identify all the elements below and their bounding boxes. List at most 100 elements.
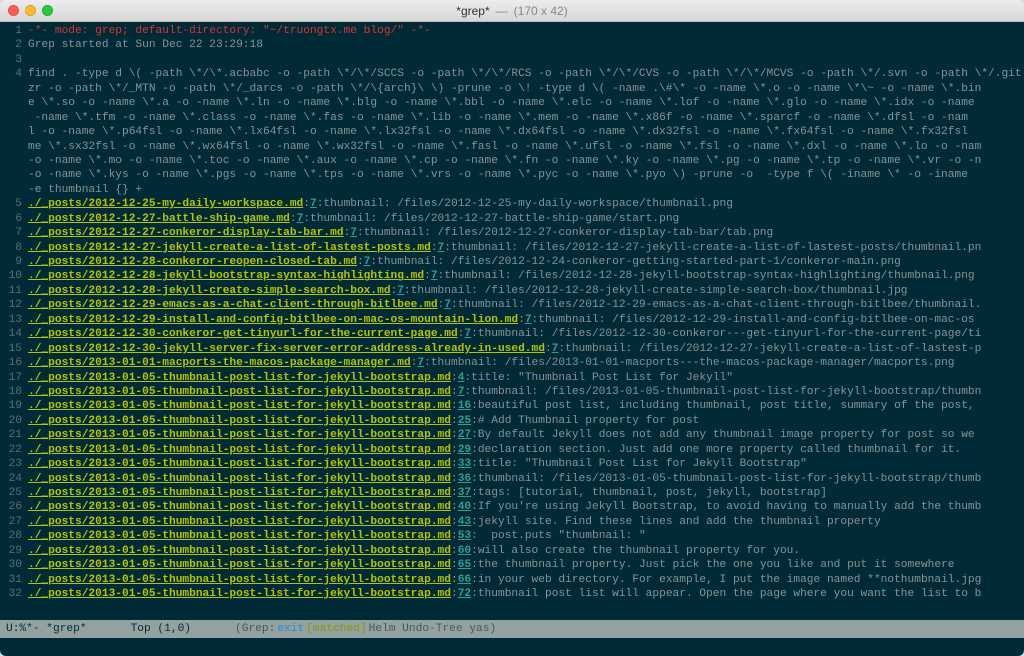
grep-hit-file[interactable]: ./_posts/2012-12-28-jekyll-create-simple… <box>28 285 391 297</box>
grep-hit-file[interactable]: ./_posts/2013-01-05-thumbnail-post-list-… <box>28 444 451 456</box>
grep-hit-line-number[interactable]: 7 <box>397 285 404 297</box>
grep-hit-line-number[interactable]: 25 <box>458 415 471 427</box>
grep-hit[interactable]: 24./_posts/2013-01-05-thumbnail-post-lis… <box>0 472 1024 486</box>
minibuffer[interactable] <box>0 638 1024 656</box>
grep-hit-line-number[interactable]: 66 <box>458 574 471 586</box>
grep-hit-file[interactable]: ./_posts/2013-01-05-thumbnail-post-list-… <box>28 372 451 384</box>
line-number: 18 <box>0 385 28 399</box>
grep-hit-line-number[interactable]: 16 <box>458 400 471 412</box>
grep-hit[interactable]: 19./_posts/2013-01-05-thumbnail-post-lis… <box>0 399 1024 413</box>
find-command-cont: -name \*.tfm -o -name \*.class -o -name … <box>0 111 1024 125</box>
grep-hit[interactable]: 14./_posts/2012-12-30-conkeror-get-tinyu… <box>0 327 1024 341</box>
grep-hit[interactable]: 17./_posts/2013-01-05-thumbnail-post-lis… <box>0 371 1024 385</box>
maximize-button[interactable] <box>42 5 53 16</box>
grep-hit-line-number[interactable]: 33 <box>458 458 471 470</box>
line-number: 31 <box>0 573 28 587</box>
grep-hit[interactable]: 18./_posts/2013-01-05-thumbnail-post-lis… <box>0 385 1024 399</box>
grep-hit[interactable]: 27./_posts/2013-01-05-thumbnail-post-lis… <box>0 515 1024 529</box>
grep-hit-file[interactable]: ./_posts/2013-01-05-thumbnail-post-list-… <box>28 429 451 441</box>
find-command-text: find . -type d \( -path \*/\*.acbabc -o … <box>28 67 1024 81</box>
grep-hit[interactable]: 21./_posts/2013-01-05-thumbnail-post-lis… <box>0 428 1024 442</box>
grep-hit[interactable]: 12./_posts/2012-12-29-emacs-as-a-chat-cl… <box>0 298 1024 312</box>
traffic-lights <box>8 5 53 16</box>
grep-hit-line-number[interactable]: 7 <box>444 299 451 311</box>
grep-hit-file[interactable]: ./_posts/2013-01-05-thumbnail-post-list-… <box>28 501 451 513</box>
grep-hit-file[interactable]: ./_posts/2013-01-05-thumbnail-post-list-… <box>28 386 451 398</box>
grep-hit-line-number[interactable]: 43 <box>458 516 471 528</box>
grep-hit-file[interactable]: ./_posts/2012-12-27-battle-ship-game.md <box>28 213 290 225</box>
grep-hit-file[interactable]: ./_posts/2012-12-29-install-and-config-b… <box>28 314 518 326</box>
grep-hit-file[interactable]: ./_posts/2013-01-05-thumbnail-post-list-… <box>28 516 451 528</box>
grep-hit[interactable]: 28./_posts/2013-01-05-thumbnail-post-lis… <box>0 529 1024 543</box>
grep-hit-line-number[interactable]: 29 <box>458 444 471 456</box>
grep-hit[interactable]: 5./_posts/2012-12-25-my-daily-workspace.… <box>0 197 1024 211</box>
grep-hit-line-number[interactable]: 36 <box>458 473 471 485</box>
grep-hit-file[interactable]: ./_posts/2013-01-05-thumbnail-post-list-… <box>28 530 451 542</box>
grep-hit[interactable]: 26./_posts/2013-01-05-thumbnail-post-lis… <box>0 500 1024 514</box>
line-number: 1 <box>0 24 28 38</box>
grep-hit-match-text: thumbnail: /files/2012-12-30-conkeror---… <box>478 328 982 340</box>
line-number: 16 <box>0 356 28 370</box>
grep-hit-file[interactable]: ./_posts/2012-12-27-jekyll-create-a-list… <box>28 242 431 254</box>
grep-hit-file[interactable]: ./_posts/2013-01-05-thumbnail-post-list-… <box>28 400 451 412</box>
grep-hit[interactable]: 32./_posts/2013-01-05-thumbnail-post-lis… <box>0 587 1024 601</box>
emacs-window: *grep* — (170 x 42) 1 -*- mode: grep; de… <box>0 0 1024 656</box>
modeline: U:%*- *grep* Top (1,0) (Grep: exit [matc… <box>0 620 1024 638</box>
line-number: 32 <box>0 587 28 601</box>
title-dimensions: (170 x 42) <box>514 5 568 17</box>
grep-hit-line-number[interactable]: 27 <box>458 429 471 441</box>
grep-hit-file[interactable]: ./_posts/2012-12-28-jekyll-bootstrap-syn… <box>28 270 424 282</box>
grep-hit-line-number[interactable]: 53 <box>458 530 471 542</box>
grep-hit-file[interactable]: ./_posts/2013-01-05-thumbnail-post-list-… <box>28 574 451 586</box>
grep-hit[interactable]: 29./_posts/2013-01-05-thumbnail-post-lis… <box>0 544 1024 558</box>
minimize-button[interactable] <box>25 5 36 16</box>
grep-hit-file[interactable]: ./_posts/2012-12-29-emacs-as-a-chat-clie… <box>28 299 438 311</box>
grep-hit-line-number[interactable]: 72 <box>458 588 471 600</box>
grep-hit[interactable]: 13./_posts/2012-12-29-install-and-config… <box>0 313 1024 327</box>
grep-hit-file[interactable]: ./_posts/2012-12-28-conkeror-reopen-clos… <box>28 256 357 268</box>
grep-hit[interactable]: 6./_posts/2012-12-27-battle-ship-game.md… <box>0 212 1024 226</box>
grep-hit[interactable]: 20./_posts/2013-01-05-thumbnail-post-lis… <box>0 414 1024 428</box>
grep-hit[interactable]: 8./_posts/2012-12-27-jekyll-create-a-lis… <box>0 241 1024 255</box>
grep-hit-line-number[interactable]: 65 <box>458 559 471 571</box>
grep-hit-line-number[interactable]: 7 <box>525 314 532 326</box>
grep-hit[interactable]: 16./_posts/2013-01-01-macports-the-macos… <box>0 356 1024 370</box>
grep-hit-file[interactable]: ./_posts/2013-01-05-thumbnail-post-list-… <box>28 415 451 427</box>
grep-hit-line-number[interactable]: 40 <box>458 501 471 513</box>
grep-hit[interactable]: 7 ./_posts/2012-12-27-conkeror-display-ta… <box>0 226 1024 240</box>
grep-hit[interactable]: 25./_posts/2013-01-05-thumbnail-post-lis… <box>0 486 1024 500</box>
grep-hit-line-number[interactable]: 7 <box>350 227 357 239</box>
grep-hit-match-text: thumbnail post list will appear. Open th… <box>478 588 982 600</box>
grep-hit[interactable]: 11./_posts/2012-12-28-jekyll-create-simp… <box>0 284 1024 298</box>
grep-hit[interactable]: 30./_posts/2013-01-05-thumbnail-post-lis… <box>0 558 1024 572</box>
grep-hit[interactable]: 23./_posts/2013-01-05-thumbnail-post-lis… <box>0 457 1024 471</box>
grep-hit-line-number[interactable]: 7 <box>431 270 438 282</box>
header-line: 2 Grep started at Sun Dec 22 23:29:18 <box>0 38 1024 52</box>
grep-hit-file[interactable]: ./_posts/2013-01-05-thumbnail-post-list-… <box>28 545 451 557</box>
grep-hit[interactable]: 15./_posts/2012-12-30-jekyll-server-fix-… <box>0 342 1024 356</box>
grep-hit[interactable]: 10./_posts/2012-12-28-jekyll-bootstrap-s… <box>0 269 1024 283</box>
grep-hit[interactable]: 9./_posts/2012-12-28-conkeror-reopen-clo… <box>0 255 1024 269</box>
grep-hit-match-text: title: "Thumbnail Post List for Jekyll B… <box>478 458 807 470</box>
grep-hit-line-number[interactable]: 60 <box>458 545 471 557</box>
grep-hit-file[interactable]: ./_posts/2013-01-05-thumbnail-post-list-… <box>28 559 451 571</box>
grep-hit-file[interactable]: ./_posts/2012-12-27-conkeror-display-tab… <box>28 227 344 239</box>
line-number: 6 <box>0 212 28 226</box>
grep-buffer[interactable]: 1 -*- mode: grep; default-directory: "~/… <box>0 22 1024 620</box>
grep-hit-file[interactable]: ./_posts/2013-01-05-thumbnail-post-list-… <box>28 473 451 485</box>
grep-hit-file[interactable]: ./_posts/2012-12-25-my-daily-workspace.m… <box>28 198 303 210</box>
grep-hit-file[interactable]: ./_posts/2012-12-30-conkeror-get-tinyurl… <box>28 328 458 340</box>
grep-hit-line-number[interactable]: 7 <box>310 198 317 210</box>
grep-hit[interactable]: 31./_posts/2013-01-05-thumbnail-post-lis… <box>0 573 1024 587</box>
grep-hit-match-text: thumbnail: /files/2012-12-25-my-daily-wo… <box>323 198 733 210</box>
grep-hit-file[interactable]: ./_posts/2013-01-01-macports-the-macos-p… <box>28 357 411 369</box>
title-buffer-name: *grep* <box>456 5 489 17</box>
grep-hit-file[interactable]: ./_posts/2013-01-05-thumbnail-post-list-… <box>28 588 451 600</box>
close-button[interactable] <box>8 5 19 16</box>
grep-hit-file[interactable]: ./_posts/2012-12-30-jekyll-server-fix-se… <box>28 343 545 355</box>
grep-hit-file[interactable]: ./_posts/2013-01-05-thumbnail-post-list-… <box>28 458 451 470</box>
grep-hit-file[interactable]: ./_posts/2013-01-05-thumbnail-post-list-… <box>28 487 451 499</box>
title-separator: — <box>496 5 508 17</box>
grep-hit[interactable]: 22./_posts/2013-01-05-thumbnail-post-lis… <box>0 443 1024 457</box>
grep-hit-line-number[interactable]: 37 <box>458 487 471 499</box>
